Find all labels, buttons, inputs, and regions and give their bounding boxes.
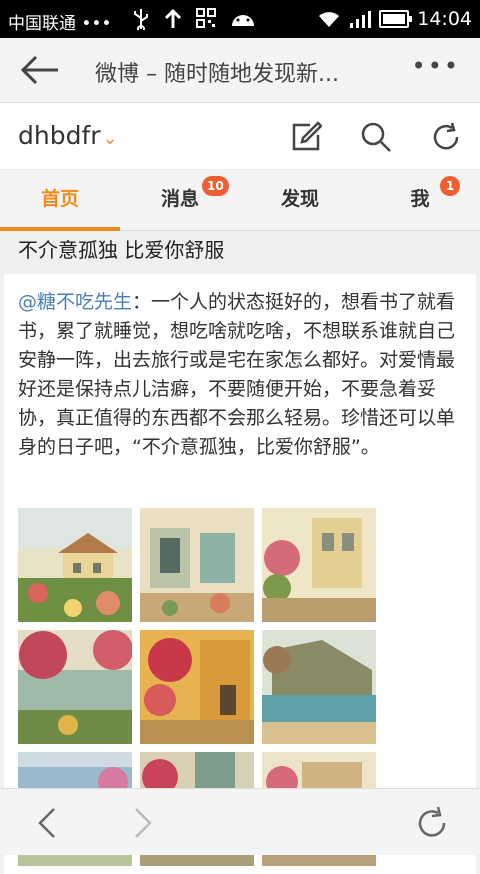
painting-thumbnail[interactable] [18,630,132,744]
battery-icon [379,10,413,28]
usb-icon [134,9,148,30]
clock: 14:04 [417,8,472,30]
painting-thumbnail[interactable] [140,508,254,622]
chevron-down-icon: ⌄ [102,128,118,149]
tab-label: 首页 [40,188,79,210]
tab-home[interactable]: 首页 [0,170,120,231]
browser-toolbar: 微博 – 随时随地发现新... ••• [0,38,480,103]
user-switcher[interactable]: dhbdfr ⌄ [18,121,118,150]
reload-icon[interactable] [414,805,450,841]
tab-me[interactable]: 我 1 [360,170,480,230]
painting-thumbnail[interactable] [140,630,254,744]
wifi-icon [319,12,340,27]
painting-thumbnail[interactable] [262,508,376,622]
upload-arrow-icon [164,8,182,28]
signal-icon [350,11,372,28]
tab-label: 消息 [160,188,199,210]
post-text: @糖不吃先生：一个人的状态挺好的，想看书了就看书，累了就睡觉，想吃啥就吃啥，不想… [18,288,462,462]
page-title: 微博 – 随时随地发现新... [95,62,339,87]
status-dots: ••• [81,14,112,34]
tab-label: 发现 [280,188,319,210]
qr-code-icon [196,8,216,28]
username: dhbdfr [18,121,101,150]
post-body: ：一个人的状态挺好的，想看书了就看书，累了就睡觉，想吃啥就吃啥，不想联系谁就自己… [18,291,456,458]
painting-thumbnail[interactable] [18,508,132,622]
carrier-name: 中国联通 [8,14,76,34]
browser-bottom-bar [0,788,480,855]
nav-back-icon[interactable] [30,805,66,841]
compose-icon[interactable] [290,121,322,153]
notification-badge: 10 [202,176,229,196]
tab-discover[interactable]: 发现 [240,170,360,230]
search-icon[interactable] [360,121,392,153]
tab-bar: 首页 消息 10 发现 我 1 [0,170,480,231]
nav-forward-icon[interactable] [124,805,160,841]
refresh-icon[interactable] [430,121,462,153]
carrier-label: 中国联通 ••• [8,9,112,34]
post-card: @糖不吃先生：一个人的状态挺好的，想看书了就看书，累了就睡觉，想吃啥就吃啥，不想… [4,274,476,874]
weibo-header: dhbdfr ⌄ [0,103,480,169]
status-icons-right: 14:04 [317,8,472,30]
tab-label: 我 [410,188,430,210]
notification-badge: 1 [440,176,460,196]
user-mention-link[interactable]: @糖不吃先生 [18,291,132,313]
tab-messages[interactable]: 消息 10 [120,170,240,230]
android-icon [232,15,254,26]
feed-heading: 不介意孤独 比爱你舒服 [18,238,225,262]
painting-thumbnail[interactable] [262,630,376,744]
more-menu-button[interactable]: ••• [412,52,460,80]
status-icons-left [132,8,256,30]
back-arrow-icon[interactable] [20,52,60,88]
status-bar: 中国联通 ••• 14:04 [0,0,480,38]
